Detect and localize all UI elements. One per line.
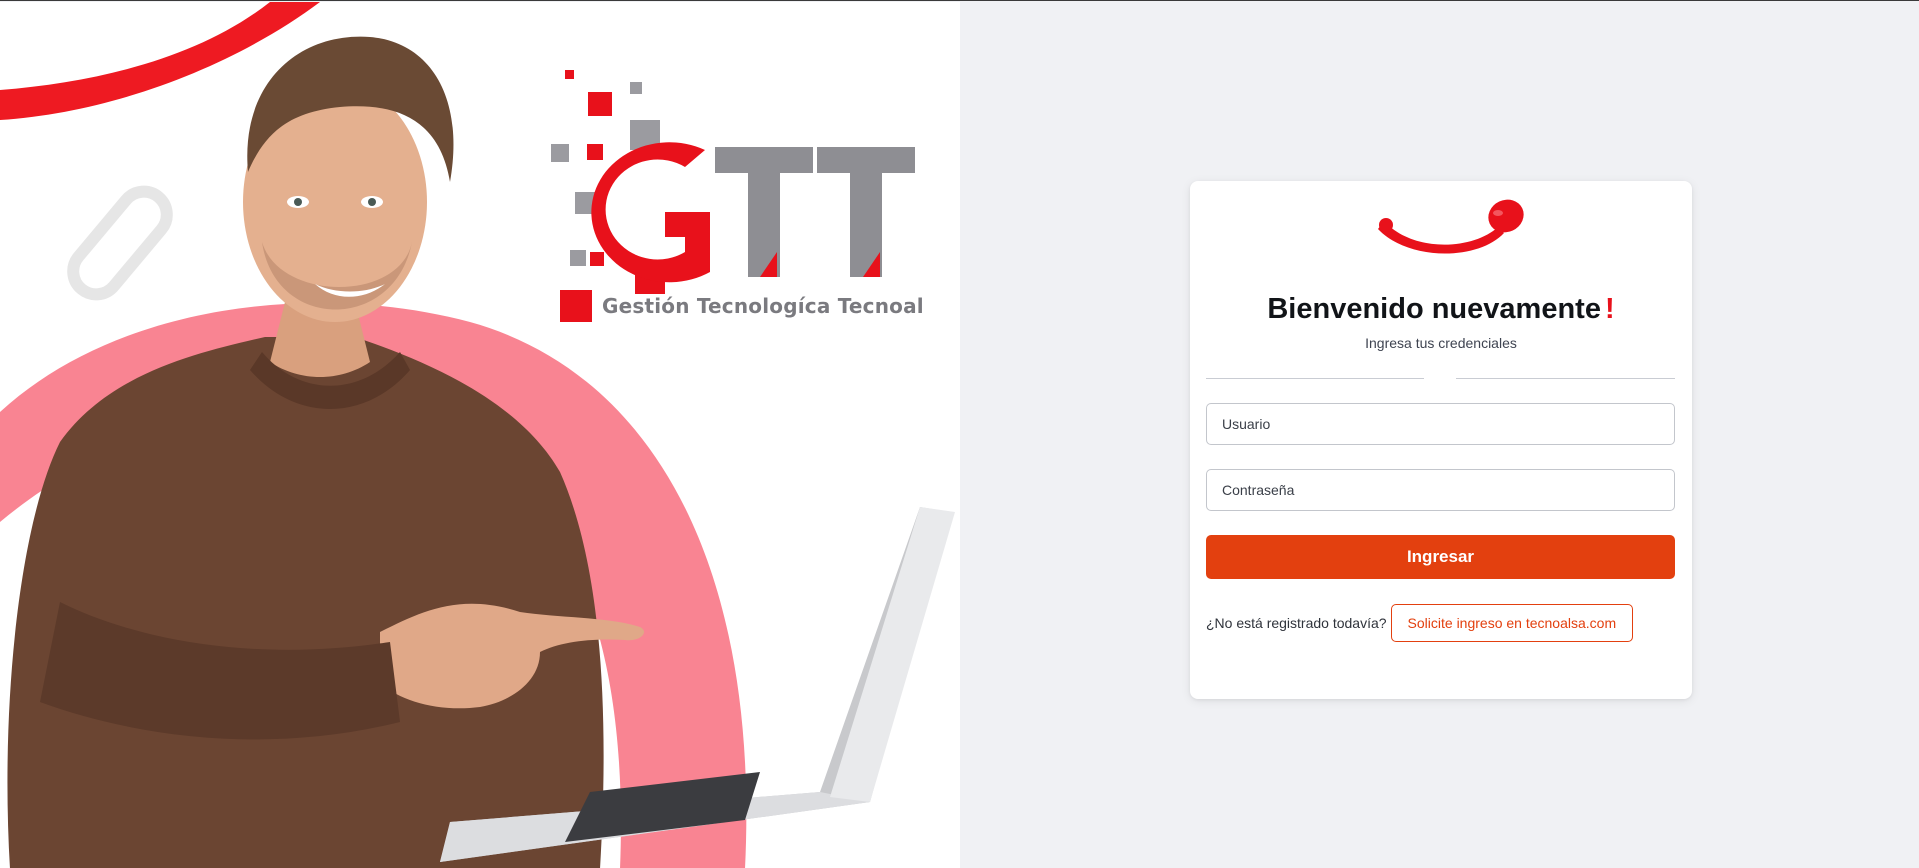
welcome-title-text: Bienvenido nuevamente [1267, 293, 1601, 325]
gtt-letter-g [591, 142, 710, 283]
login-card: Bienvenido nuevamente! Ingresa tus crede… [1190, 181, 1692, 699]
gtt-logo [551, 70, 915, 322]
register-row: ¿No está registrado todavía? Solicite in… [1206, 604, 1634, 642]
request-access-button[interactable]: Solicite ingreso en tecnoalsa.com [1390, 604, 1634, 642]
credentials-subtitle: Ingresa tus credenciales [1365, 335, 1517, 351]
password-input[interactable] [1206, 469, 1675, 511]
hero-panel: Gestión Tecnologíca Tecnoal [0, 2, 960, 868]
welcome-exclamation: ! [1604, 293, 1615, 325]
gray-pill-decoration [67, 185, 173, 301]
brand-smile-logo [1378, 199, 1524, 254]
divider-left [1206, 378, 1424, 379]
username-input[interactable] [1206, 403, 1675, 445]
welcome-title: Bienvenido nuevamente! [1190, 293, 1692, 326]
divider-right [1456, 378, 1675, 379]
register-prompt: ¿No está registrado todavía? [1206, 615, 1387, 631]
gtt-tagline: Gestión Tecnologíca Tecnoal [602, 294, 924, 318]
login-panel: Bienvenido nuevamente! Ingresa tus crede… [960, 2, 1919, 868]
login-button[interactable]: Ingresar [1206, 535, 1675, 579]
